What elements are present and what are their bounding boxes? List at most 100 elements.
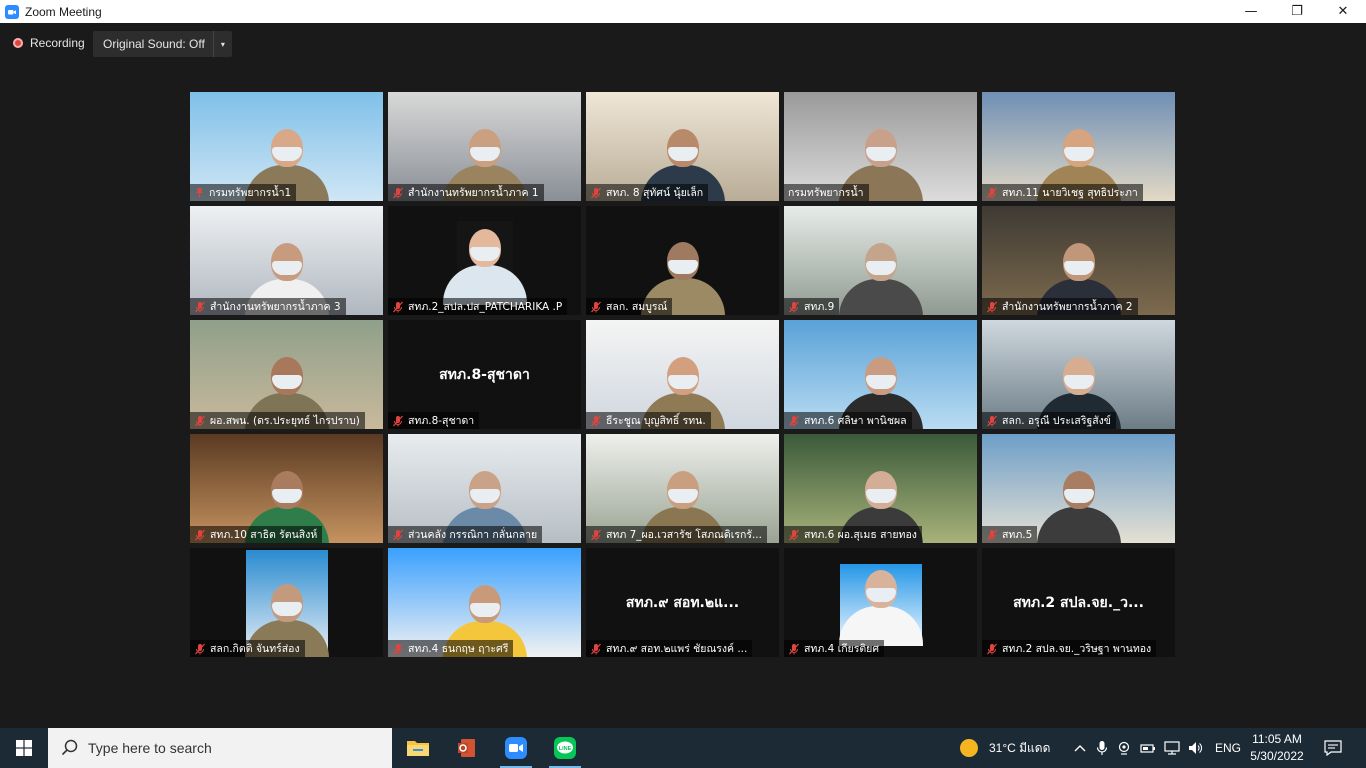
taskbar-search[interactable]: Type here to search [48, 728, 392, 768]
pin-icon [196, 188, 203, 198]
participant-tile[interactable]: สทภ.4 ธนกฤษ ฤาะศรี [388, 548, 581, 657]
mic-muted-icon [789, 643, 799, 654]
participant-name: ธีระชูณ บุญสิทธิ์ รทน. [606, 415, 706, 427]
participant-name-bar: สำนักงานทรัพยากรน้ำภาค 1 [388, 184, 544, 201]
taskbar: Type here to search LINE 31°C มีแดด ENG … [0, 728, 1366, 768]
original-sound-button[interactable]: Original Sound: Off [93, 31, 213, 57]
recording-indicator[interactable]: Recording [13, 36, 85, 50]
participant-name: ผอ.สพน. (ดร.ประยุทธ์ ไกรปราบ) [210, 415, 360, 427]
participant-name: กรมทรัพยากรน้ำ [788, 187, 864, 199]
participant-tile[interactable]: ธีระชูณ บุญสิทธิ์ รทน. [586, 320, 779, 429]
mic-muted-icon [987, 415, 997, 426]
participant-name: สำนักงานทรัพยากรน้ำภาค 1 [408, 187, 539, 199]
participant-tile[interactable]: สทภ.10 สาธิต รัตนสิงห์ [190, 434, 383, 543]
weather-widget[interactable]: 31°C มีแดด [960, 728, 1050, 768]
chevron-up-icon[interactable] [1073, 743, 1087, 753]
participant-video [839, 564, 923, 646]
participant-tile[interactable]: ผอ.สพน. (ดร.ประยุทธ์ ไกรปราบ) [190, 320, 383, 429]
participant-tile[interactable]: สลก.กิตติ จันทร์ส่อง [190, 548, 383, 657]
participant-tile[interactable]: สทภ.4 เกียรติยศ [784, 548, 977, 657]
minimize-button[interactable]: — [1228, 0, 1274, 23]
chevron-down-icon[interactable]: ▾ [212, 31, 232, 57]
participant-tile[interactable]: สทภ.2 สปล.จย._ว... สทภ.2 สปล.จย._วริษฐา พ… [982, 548, 1175, 657]
participant-tile[interactable]: ส่วนคลัง กรรณิกา กลั่นกลาย [388, 434, 581, 543]
line-label: LINE [559, 746, 572, 752]
participant-name-bar: ธีระชูณ บุญสิทธิ์ รทน. [586, 412, 711, 429]
participant-tile[interactable]: กรมทรัพยากรน้ำ1 [190, 92, 383, 201]
participant-name-bar: สทภ.๙ สอท.๒แพร่ ชัยณรงค์ ... [586, 640, 753, 657]
participant-tile[interactable]: สำนักงานทรัพยากรน้ำภาค 3 [190, 206, 383, 315]
mic-muted-icon [987, 187, 997, 198]
participant-tile[interactable]: สลก. สมบูรณ์ [586, 206, 779, 315]
battery-icon[interactable] [1140, 741, 1156, 755]
participant-tile[interactable]: สทภ. 8 สุทัศน์ นุ้ยเล็ก [586, 92, 779, 201]
mic-muted-icon [393, 301, 403, 312]
notification-icon [1324, 740, 1342, 756]
participant-name: สลก. อรุณี ประเสริฐสังข์ [1002, 415, 1111, 427]
windows-icon [16, 740, 32, 756]
taskbar-line[interactable]: LINE [541, 728, 589, 768]
webcam-icon[interactable] [1117, 741, 1131, 755]
volume-icon[interactable] [1188, 741, 1204, 755]
participant-name-bar: สำนักงานทรัพยากรน้ำภาค 3 [190, 298, 346, 315]
participant-name: สำนักงานทรัพยากรน้ำภาค 3 [210, 301, 341, 313]
folder-icon [407, 741, 429, 756]
mic-muted-icon [789, 529, 799, 540]
participant-name: สลก. สมบูรณ์ [606, 301, 668, 313]
mic-muted-icon [591, 415, 601, 426]
participant-name: สทภ.9 [804, 301, 835, 313]
mic-muted-icon [987, 529, 997, 540]
participant-name-bar: ส่วนคลัง กรรณิกา กลั่นกลาย [388, 526, 543, 543]
mic-muted-icon [987, 643, 997, 654]
participant-name-bar: สทภ.2 สปล.จย._วริษฐา พานทอง [982, 640, 1157, 657]
language-indicator[interactable]: ENG [1215, 741, 1241, 755]
meeting-area: Recording Original Sound: Off ▾ กรมทรัพย… [0, 23, 1366, 728]
participant-tile[interactable]: สทภ.8-สุชาดา สทภ.8-สุชาดา [388, 320, 581, 429]
close-button[interactable]: ✕ [1320, 0, 1366, 23]
participant-name: สทภ.10 สาธิต รัตนสิงห์ [210, 529, 318, 541]
participant-tile[interactable]: สลก. อรุณี ประเสริฐสังข์ [982, 320, 1175, 429]
participant-avatar [839, 570, 923, 646]
participant-tile[interactable]: สทภ.๙ สอท.๒แ... สทภ.๙ สอท.๒แพร่ ชัยณรงค์ … [586, 548, 779, 657]
participant-name: สทภ.8-สุชาดา [408, 415, 475, 427]
participant-name: สทภ.11 นายวิเชฐ สุทธิประภา [1002, 187, 1138, 199]
mic-muted-icon [393, 643, 403, 654]
mic-muted-icon [789, 301, 799, 312]
restore-icon: ❐ [1291, 4, 1303, 19]
clock[interactable]: 11:05 AM 5/30/2022 [1246, 731, 1308, 765]
taskbar-zoom[interactable] [492, 728, 540, 768]
notification-button[interactable] [1324, 728, 1342, 768]
participant-name-bar: สทภ.5 [982, 526, 1038, 543]
close-icon: ✕ [1337, 4, 1349, 19]
participant-name: สทภ 7_ผอ.เวสารัช โสภณดิเรกรั... [606, 529, 762, 541]
mic-muted-icon [195, 301, 205, 312]
participant-tile[interactable]: สทภ.6 ศลิษา พานิชผล [784, 320, 977, 429]
participant-tile[interactable]: สำนักงานทรัพยากรน้ำภาค 2 [982, 206, 1175, 315]
system-tray: ENG [1073, 728, 1241, 768]
taskbar-file-explorer[interactable] [394, 728, 442, 768]
participant-tile[interactable]: สทภ.5 [982, 434, 1175, 543]
participant-tile[interactable]: สทภ.6 ผอ.สุเมธ สายทอง [784, 434, 977, 543]
participant-name-bar: สทภ.4 เกียรติยศ [784, 640, 884, 657]
participant-name-bar: สทภ.2_สปล.ปส_PATCHARIKA .P [388, 298, 568, 315]
participant-tile[interactable]: สทภ.9 [784, 206, 977, 315]
participant-avatar [443, 229, 527, 305]
participant-name-bar: สลก.กิตติ จันทร์ส่อง [190, 640, 305, 657]
search-icon [61, 739, 78, 756]
participant-tile[interactable]: สทภ.2_สปล.ปส_PATCHARIKA .P [388, 206, 581, 315]
participant-name-bar: กรมทรัพยากรน้ำ1 [190, 184, 297, 201]
participant-tile[interactable]: สทภ 7_ผอ.เวสารัช โสภณดิเรกรั... [586, 434, 779, 543]
original-sound-control[interactable]: Original Sound: Off ▾ [93, 31, 232, 57]
start-button[interactable] [0, 728, 48, 768]
network-icon[interactable] [1164, 741, 1180, 755]
participant-tile[interactable]: กรมทรัพยากรน้ำ [784, 92, 977, 201]
gallery-grid: กรมทรัพยากรน้ำ1 สำนักงานทรัพยากรน้ำภาค 1 ส… [190, 92, 1176, 658]
mic-muted-icon [393, 415, 403, 426]
microphone-icon[interactable] [1096, 740, 1108, 756]
participant-tile[interactable]: สทภ.11 นายวิเชฐ สุทธิประภา [982, 92, 1175, 201]
weather-text: 31°C มีแดด [989, 740, 1051, 755]
participant-tile[interactable]: สำนักงานทรัพยากรน้ำภาค 1 [388, 92, 581, 201]
mic-muted-icon [591, 301, 601, 312]
taskbar-office[interactable] [443, 728, 491, 768]
restore-button[interactable]: ❐ [1274, 0, 1320, 23]
